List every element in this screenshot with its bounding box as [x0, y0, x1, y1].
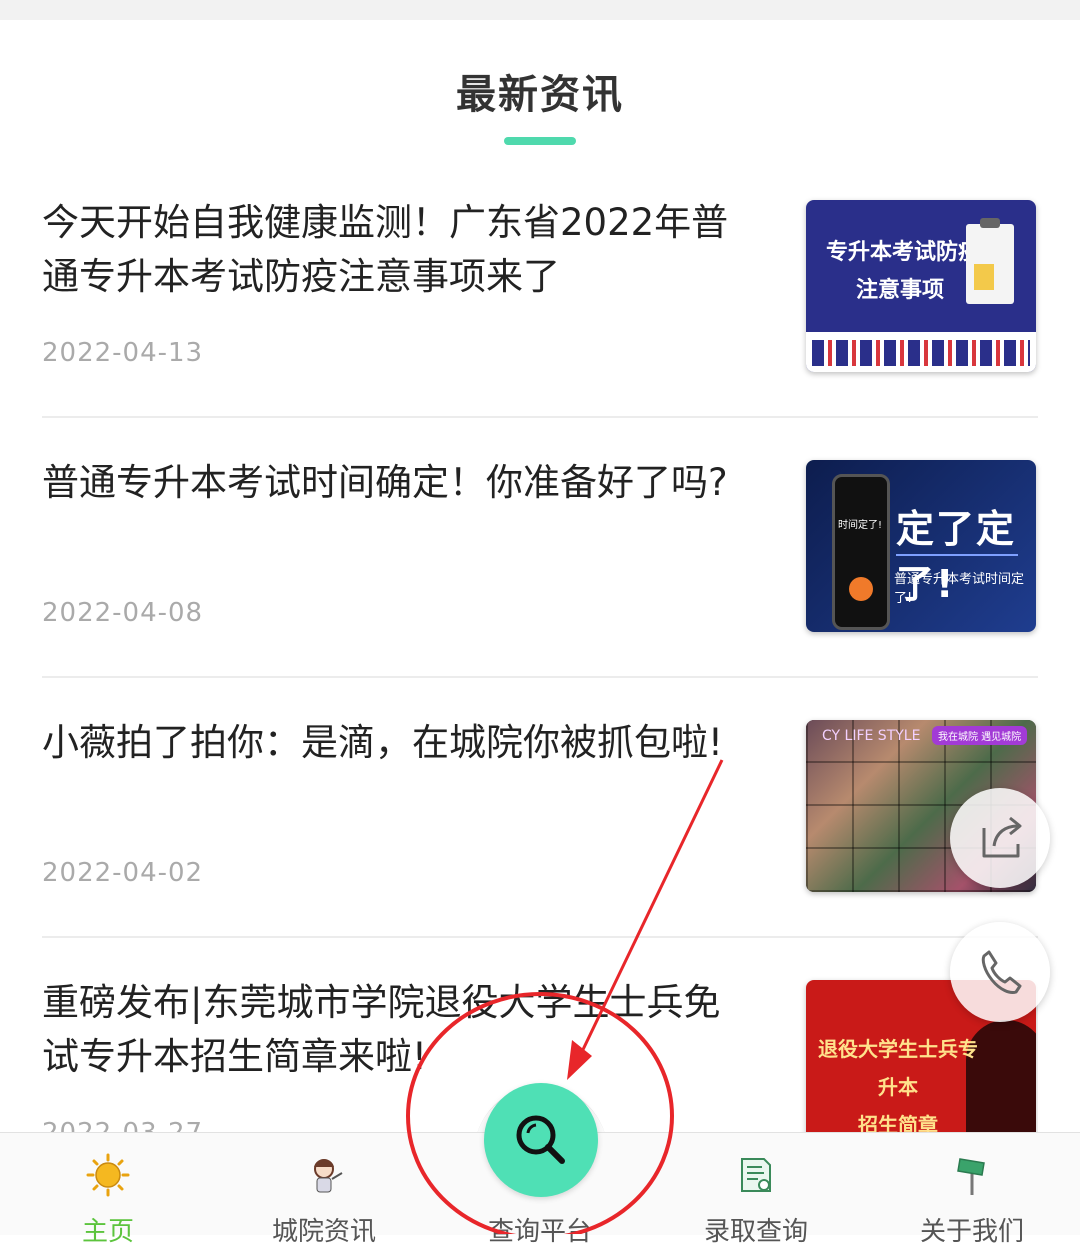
- call-icon: [849, 577, 873, 601]
- news-item-3[interactable]: 小薇拍了拍你：是滴，在城院你被抓包啦! 2022-04-02 CY LIFE S…: [42, 716, 1038, 916]
- phone-icon: [981, 950, 1022, 994]
- nav-label: 主页: [81, 1217, 134, 1247]
- thumbnail-caption: 专升本考试防疫 注意事项: [826, 234, 980, 310]
- signpost-icon: [957, 1158, 985, 1195]
- sun-icon: [86, 1153, 130, 1197]
- phone-illustration: [832, 474, 890, 630]
- phone-screen-text: 时间定了!: [838, 520, 883, 531]
- news-item-1[interactable]: 今天开始自我健康监测！广东省2022年普通专升本考试防疫注意事项来了 2022-…: [42, 196, 1038, 396]
- nav-label: 录取查询: [703, 1217, 808, 1247]
- divider: [42, 936, 1038, 938]
- bottles-pattern: [812, 340, 1030, 366]
- nav-label: 关于我们: [919, 1217, 1024, 1247]
- news-headline[interactable]: 普通专升本考试时间确定！你准备好了吗?: [42, 456, 742, 510]
- thumbnail-caption: 退役大学生士兵专升本 招生简章: [818, 1030, 978, 1132]
- nav-item-admission[interactable]: 录取查询: [648, 1133, 864, 1247]
- news-date: 2022-04-08: [42, 598, 204, 628]
- thumbnail-caption-line: 招生简章: [858, 1113, 938, 1132]
- news-headline[interactable]: 今天开始自我健康监测！广东省2022年普通专升本考试防疫注意事项来了: [42, 196, 742, 304]
- thumbnail-label: CY LIFE STYLE: [822, 728, 921, 744]
- section-title: 最新资讯: [456, 72, 624, 118]
- nav-item-news[interactable]: 城院资讯: [216, 1133, 432, 1247]
- news-headline[interactable]: 重磅发布|东莞城市学院退役大学生士兵免试专升本招生简章来啦!: [42, 976, 742, 1084]
- title-underline: [504, 137, 576, 145]
- share-button[interactable]: [950, 788, 1050, 888]
- thumbnail-subtitle: 普通专升本考试时间定了!: [894, 572, 1025, 606]
- search-icon: [516, 1115, 565, 1164]
- news-thumbnail[interactable]: 时间定了! 定了定了! 普通专升本考试时间定了!: [806, 460, 1036, 632]
- character-icon: [314, 1159, 343, 1193]
- query-platform-button[interactable]: [484, 1083, 598, 1197]
- news-date: 2022-03-27: [42, 1118, 203, 1132]
- share-icon: [982, 816, 1022, 858]
- thumbnail-caption-line: 专升本考试防疫: [826, 240, 981, 265]
- thumbnail-tag: 我在城院 遇见城院: [932, 726, 1028, 745]
- clipboard-icon: [966, 218, 1014, 304]
- news-item-2[interactable]: 普通专升本考试时间确定！你准备好了吗? 2022-04-08 时间定了! 定了定…: [42, 456, 1038, 656]
- nav-item-home[interactable]: 主页: [0, 1133, 216, 1247]
- divider: [42, 416, 1038, 418]
- nav-item-about[interactable]: 关于我们: [864, 1133, 1080, 1247]
- status-strip: [0, 0, 1080, 20]
- thumbnail-caption-line: 注意事项: [856, 278, 945, 303]
- thumbnail-rule: [896, 554, 1018, 556]
- thumbnail-caption-line: 退役大学生士兵专升本: [818, 1037, 978, 1099]
- phone-button[interactable]: [950, 922, 1050, 1022]
- news-headline[interactable]: 小薇拍了拍你：是滴，在城院你被抓包啦!: [42, 716, 742, 770]
- certificate-icon: [741, 1158, 771, 1192]
- news-thumbnail[interactable]: 专升本考试防疫 注意事项: [806, 200, 1036, 372]
- news-date: 2022-04-02: [42, 858, 204, 888]
- news-date: 2022-04-13: [42, 338, 204, 368]
- nav-label: 查询平台: [487, 1217, 592, 1247]
- divider: [42, 676, 1038, 678]
- nav-label: 城院资讯: [271, 1217, 376, 1247]
